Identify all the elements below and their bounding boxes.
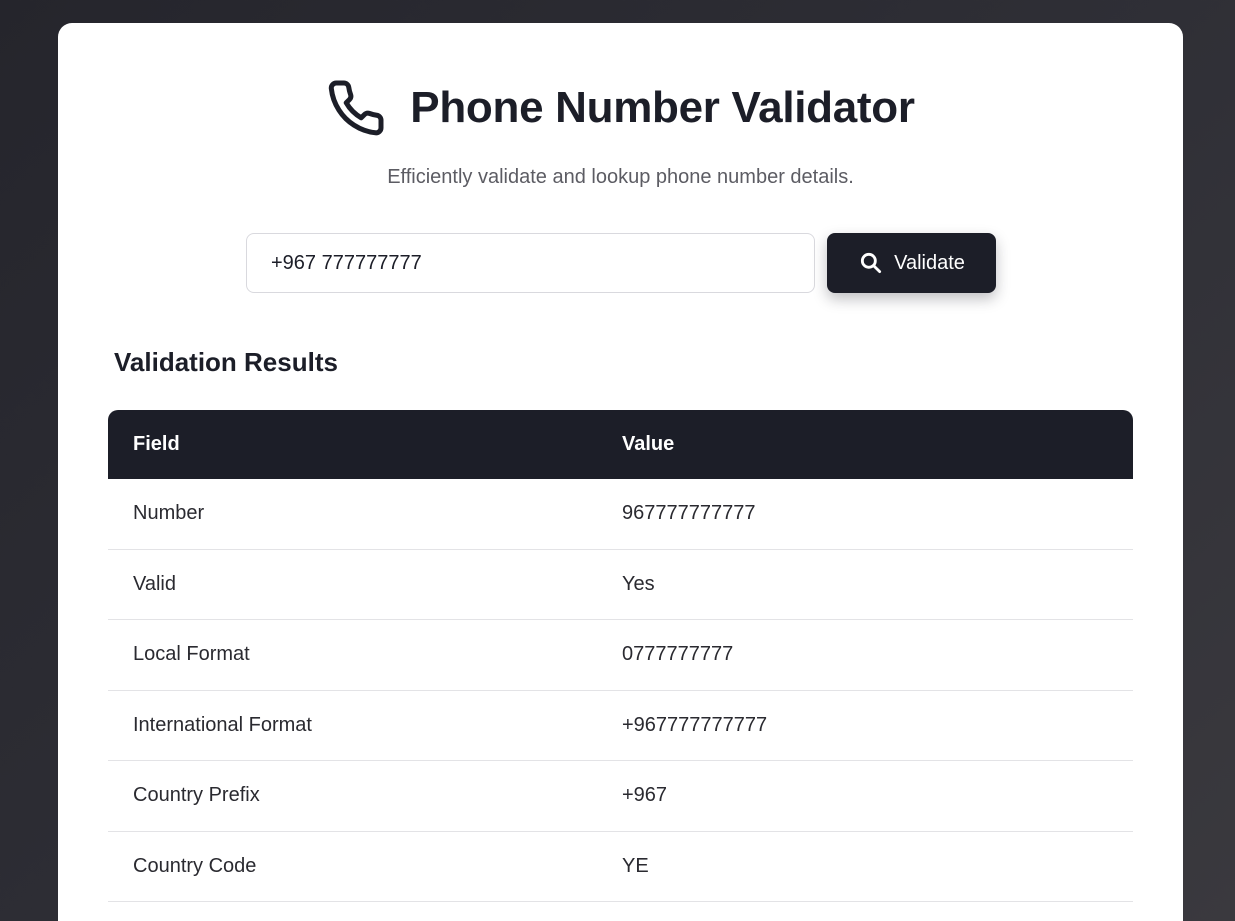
value-cell: +967	[622, 784, 668, 807]
field-cell: Country Code	[133, 854, 257, 877]
validate-button-label: Validate	[894, 251, 965, 274]
column-header-value: Value	[622, 433, 675, 455]
results-title: Validation Results	[114, 347, 338, 377]
field-cell: Local Format	[133, 643, 250, 666]
phone-icon	[326, 78, 386, 138]
table-header: Field Value	[108, 410, 1133, 479]
field-cell: Valid	[133, 572, 176, 595]
table-row: Number 967777777777	[108, 479, 1133, 550]
value-cell: +967777777777	[622, 713, 768, 736]
table-row: International Format +967777777777	[108, 690, 1133, 761]
field-cell: Country Prefix	[133, 784, 260, 807]
field-cell: Number	[133, 502, 205, 525]
value-cell: 967777777777	[622, 502, 756, 525]
validator-card: Phone Number Validator Efficiently valid…	[58, 23, 1183, 921]
page-title: Phone Number Validator	[410, 83, 915, 132]
value-cell: Yes	[622, 572, 655, 595]
page-subtitle: Efficiently validate and lookup phone nu…	[387, 166, 854, 188]
table-row: Valid Yes	[108, 549, 1133, 620]
value-cell: YE	[622, 854, 649, 877]
table-row: Country Code YE	[108, 831, 1133, 902]
table-row: Local Format 0777777777	[108, 620, 1133, 691]
validate-button[interactable]: Validate	[827, 233, 996, 293]
field-cell: International Format	[133, 713, 312, 736]
phone-number-input[interactable]	[246, 233, 815, 293]
table-row: Country Prefix +967	[108, 761, 1133, 832]
search-icon	[858, 250, 884, 276]
page-header: Phone Number Validator	[58, 78, 1183, 138]
column-header-field: Field	[133, 433, 180, 455]
results-table: Field Value Number 967777777777 Valid Ye…	[108, 410, 1133, 902]
value-cell: 0777777777	[622, 643, 734, 666]
